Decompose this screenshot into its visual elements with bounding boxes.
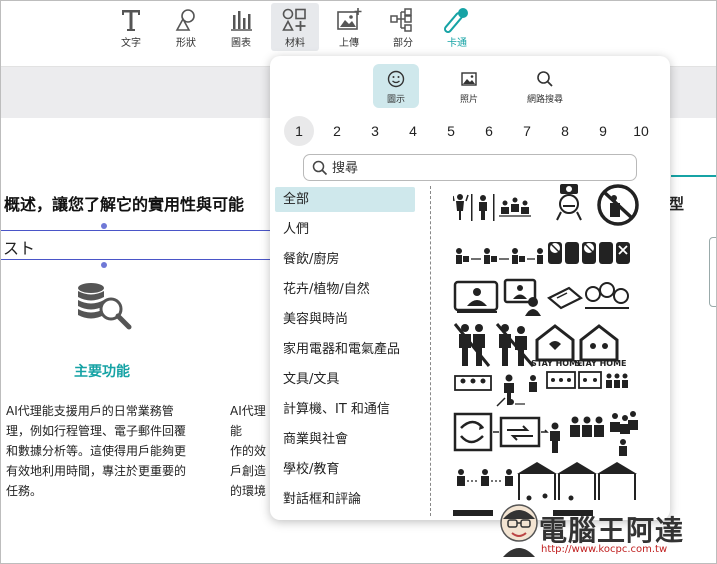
page-9[interactable]: 9 — [588, 116, 618, 146]
no-smoking-icon[interactable] — [595, 184, 641, 226]
search-icon — [537, 71, 553, 87]
tab-icons[interactable]: 圖示 — [373, 64, 419, 108]
feature-title[interactable]: 主要功能 — [74, 361, 130, 381]
database-search-icon — [78, 283, 132, 330]
resize-handle-top[interactable] — [101, 223, 107, 229]
page-5[interactable]: 5 — [436, 116, 466, 146]
tool-label: 文字 — [121, 38, 141, 49]
accent-line — [671, 175, 716, 177]
page-8[interactable]: 8 — [550, 116, 580, 146]
sections-icon — [390, 8, 412, 32]
page-6[interactable]: 6 — [474, 116, 504, 146]
search-input[interactable] — [332, 158, 622, 178]
photo-icon — [461, 72, 477, 86]
feature-paragraph-2[interactable]: AI代理能 作的效 戶創造 的環境 — [230, 401, 272, 501]
icon-gallery: STAY HOME STAY HOME — [453, 184, 643, 516]
category-beauty[interactable]: 美容與時尚 — [275, 307, 415, 337]
category-education[interactable]: 學校/教育 — [275, 457, 415, 487]
category-all[interactable]: 全部 — [275, 187, 415, 212]
tab-label: 圖示 — [386, 95, 405, 105]
tool-cartoon[interactable]: 卡通 — [433, 3, 481, 51]
meeting-icons[interactable] — [453, 370, 643, 410]
tool-label: 上傳 — [339, 38, 359, 49]
smiley-icon — [387, 70, 405, 88]
app-window: 文字 形狀 圖表 材料 上傳 部分 卡通 概述，讓您了解它的實用性與可能 型 ス… — [0, 0, 717, 564]
robot-cleaner-icon[interactable] — [551, 184, 589, 222]
paragraph-line: 的環境 — [230, 484, 267, 498]
paragraph-line: 和數據分析等。這使得用戶能夠更 — [6, 444, 187, 458]
paragraph-line: AI代理能 — [230, 404, 266, 438]
paragraph-line: AI代理能支援用戶的日常業務管 — [6, 404, 174, 418]
page-10[interactable]: 10 — [626, 116, 656, 146]
tool-label: 部分 — [393, 38, 413, 49]
text-icon — [122, 10, 140, 31]
svg-text:STAY HOME: STAY HOME — [575, 359, 627, 368]
category-stationery[interactable]: 文具/文具 — [275, 367, 415, 397]
tool-shapes[interactable]: 形狀 — [162, 3, 210, 51]
paragraph-line: 作的效 — [230, 444, 267, 458]
category-nature[interactable]: 花卉/植物/自然 — [275, 277, 415, 307]
category-people[interactable]: 人們 — [275, 217, 415, 247]
mascot-logo-icon — [500, 504, 538, 557]
pagination: 1 2 3 4 5 6 7 8 9 10 — [282, 116, 662, 146]
category-business[interactable]: 商業與社會 — [275, 427, 415, 457]
resize-handle-bottom[interactable] — [101, 262, 107, 268]
cartoon-icon — [444, 8, 468, 33]
page-2[interactable]: 2 — [322, 116, 352, 146]
tool-text[interactable]: 文字 — [107, 3, 155, 51]
page-3[interactable]: 3 — [360, 116, 390, 146]
divider — [430, 186, 431, 516]
search-box[interactable] — [303, 154, 637, 181]
tool-label: 卡通 — [447, 38, 467, 49]
tab-label: 照片 — [459, 95, 478, 105]
tool-materials[interactable]: 材料 — [271, 3, 319, 51]
tab-photos[interactable]: 照片 — [446, 64, 492, 108]
shapes-icon — [175, 9, 195, 31]
watermark-url: http://www.kocpc.com.tw — [541, 544, 668, 555]
search-icon — [312, 160, 328, 176]
tool-label: 形狀 — [176, 38, 196, 49]
category-appliances[interactable]: 家用電器和電氣產品 — [275, 337, 415, 367]
tab-web-search[interactable]: 網路搜尋 — [522, 64, 568, 108]
paragraph-line: 有效地利用時間，專注於更重要的 — [6, 464, 187, 478]
exchange-icons[interactable] — [453, 410, 643, 460]
watermark-text: 電腦王阿達 — [539, 514, 685, 547]
slide-heading[interactable]: 概述，讓您了解它的實用性與可能 — [4, 191, 244, 215]
materials-panel: 圖示 照片 網路搜尋 1 2 3 4 5 6 7 8 9 10 全部 — [270, 56, 670, 520]
page-1[interactable]: 1 — [284, 116, 314, 146]
category-computers[interactable]: 計算機、IT 和通信 — [275, 397, 415, 427]
paragraph-line: 任務。 — [6, 484, 43, 498]
category-list: 全部 人們 餐飲/廚房 花卉/植物/自然 美容與時尚 家用電器和電氣產品 文具/… — [275, 187, 415, 517]
upload-image-icon — [337, 8, 362, 30]
tool-sections[interactable]: 部分 — [379, 3, 427, 51]
paragraph-line: 理，例如行程管理、電子郵件回覆 — [6, 424, 187, 438]
tool-upload[interactable]: 上傳 — [325, 3, 373, 51]
materials-icon — [282, 8, 306, 31]
slide-heading-right[interactable]: 型 — [669, 193, 684, 214]
selected-textbox[interactable]: スト — [1, 230, 273, 260]
feature-paragraph[interactable]: AI代理能支援用戶的日常業務管 理，例如行程管理、電子郵件回覆 和數據分析等。這… — [6, 401, 206, 501]
side-element[interactable] — [709, 237, 716, 307]
chart-icon — [231, 11, 252, 31]
social-distance-icons[interactable]: STAY HOME STAY HOME — [453, 322, 643, 368]
queue-people-icon[interactable] — [453, 232, 643, 268]
tool-chart[interactable]: 圖表 — [217, 3, 265, 51]
textbox-text[interactable]: スト — [3, 235, 35, 259]
category-food[interactable]: 餐飲/廚房 — [275, 247, 415, 277]
tab-label: 網路搜尋 — [526, 95, 563, 105]
tool-label: 圖表 — [231, 38, 251, 49]
paragraph-line: 戶創造 — [230, 464, 267, 478]
tool-label: 材料 — [285, 38, 305, 49]
page-4[interactable]: 4 — [398, 116, 428, 146]
tent-queue-icons[interactable] — [453, 460, 643, 516]
remote-work-icons[interactable] — [453, 276, 643, 316]
page-7[interactable]: 7 — [512, 116, 542, 146]
category-dialogs[interactable]: 對話框和評論 — [275, 487, 415, 517]
